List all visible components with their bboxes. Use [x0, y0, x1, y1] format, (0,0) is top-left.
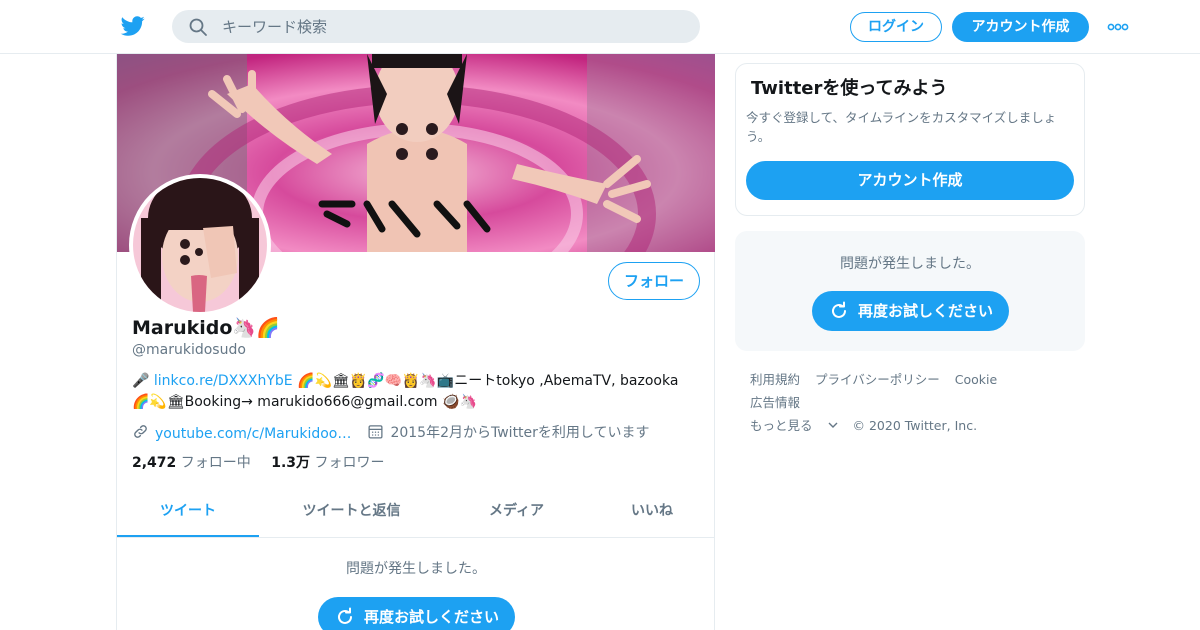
search-input[interactable] — [222, 10, 682, 43]
tab-media[interactable]: メディア — [444, 490, 589, 537]
avatar-image — [133, 178, 267, 312]
sidebar-error-text: 問題が発生しました。 — [840, 256, 980, 272]
profile-stats: 2,472 フォロー中 1.3万 フォロワー — [132, 452, 384, 472]
tab-tweets-and-replies[interactable]: ツイートと返信 — [259, 490, 444, 537]
signup-button[interactable]: アカウント作成 — [952, 12, 1089, 42]
bio-text-2: 🌈💫🏛Booking→ marukido666@gmail.com 🥥🦄 — [132, 394, 477, 410]
timeline-retry-label: 再度お試しください — [364, 608, 500, 626]
bio-text-1: 🌈💫🏛👸🧬🧠👸🦄📺ニートtokyo ,AbemaTV, bazooka — [297, 373, 679, 389]
sidebar-footer: 利用規約 プライバシーポリシー Cookie 広告情報 もっと見る © 2020… — [750, 368, 1070, 437]
footer-cookie-link[interactable]: Cookie — [955, 372, 997, 387]
bio-link[interactable]: linkco.re/DXXXhYbE — [154, 373, 293, 389]
following-label: フォロー中 — [180, 455, 251, 471]
sidebar-retry-label: 再度お試しください — [858, 302, 994, 320]
footer-terms-link[interactable]: 利用規約 — [750, 372, 800, 387]
calendar-icon — [368, 425, 383, 439]
signup-card-description: 今すぐ登録して、タイムラインをカスタマイズしましょう。 — [746, 110, 1057, 144]
followers-stat[interactable]: 1.3万 フォロワー — [271, 455, 384, 471]
footer-more-link[interactable]: もっと見る — [750, 418, 838, 433]
profile-display-name: Marukido🦄🌈 — [132, 317, 280, 339]
top-navigation-bar: ログイン アカウント作成 — [0, 0, 1200, 54]
following-count: 2,472 — [132, 455, 177, 471]
profile-column: フォロー Marukido🦄🌈 @marukidosudo 🎤 linkco.r… — [116, 54, 715, 630]
profile-avatar[interactable] — [129, 174, 271, 316]
sidebar-error-card: 問題が発生しました。 再度お試しください — [735, 231, 1085, 351]
search-box[interactable] — [172, 10, 700, 43]
signup-card-title: Twitterを使ってみよう — [751, 78, 948, 99]
profile-tabs: ツイート ツイートと返信 メディア いいね — [117, 490, 715, 538]
timeline-retry-button[interactable]: 再度お試しください — [318, 597, 515, 630]
chevron-down-icon — [828, 422, 837, 428]
signup-promo-card: Twitterを使ってみよう 今すぐ登録して、タイムラインをカスタマイズしましょ… — [735, 63, 1085, 216]
follow-button[interactable]: フォロー — [608, 262, 700, 300]
more-dots-icon[interactable] — [1107, 22, 1129, 32]
footer-more-label: もっと見る — [750, 418, 813, 433]
profile-joined-date: 2015年2月からTwitterを利用しています — [390, 425, 650, 441]
profile-handle: @marukidosudo — [132, 342, 246, 358]
footer-copyright: © 2020 Twitter, Inc. — [852, 418, 978, 433]
login-button[interactable]: ログイン — [850, 12, 942, 42]
followers-count: 1.3万 — [271, 455, 311, 471]
tab-likes[interactable]: いいね — [589, 490, 715, 537]
refresh-icon — [832, 301, 846, 318]
search-icon — [189, 18, 207, 36]
twitter-logo-icon[interactable] — [120, 14, 146, 38]
profile-bio: 🎤 linkco.re/DXXXhYbE 🌈💫🏛👸🧬🧠👸🦄📺ニートtokyo ,… — [132, 371, 707, 413]
profile-website-link[interactable]: youtube.com/c/Marukidoofficial — [155, 426, 353, 442]
profile-meta: youtube.com/c/Marukidoofficial 2015年2月から… — [132, 422, 650, 442]
sidebar-retry-button[interactable]: 再度お試しください — [812, 291, 1009, 331]
footer-privacy-link[interactable]: プライバシーポリシー — [815, 372, 940, 387]
following-stat[interactable]: 2,472 フォロー中 — [132, 455, 251, 471]
followers-label: フォロワー — [314, 455, 385, 471]
refresh-icon — [338, 607, 352, 624]
tab-tweets[interactable]: ツイート — [117, 490, 259, 537]
signup-card-button[interactable]: アカウント作成 — [746, 161, 1074, 200]
link-icon — [134, 425, 147, 438]
timeline-error-text: 問題が発生しました。 — [346, 561, 486, 577]
footer-ads-link[interactable]: 広告情報 — [750, 395, 800, 410]
